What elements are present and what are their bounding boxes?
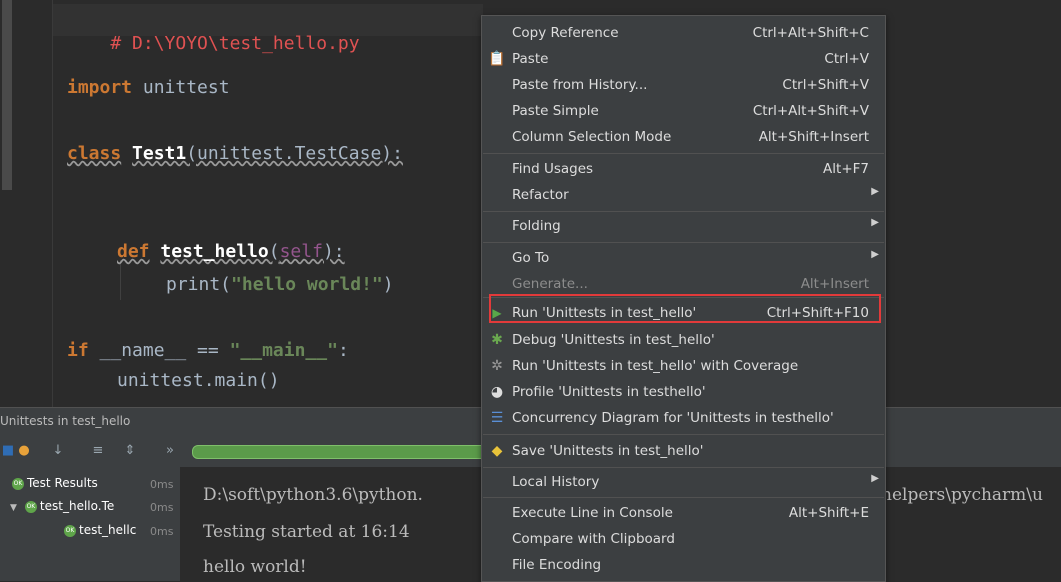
tree-row[interactable]: OK test_hellc 0ms [64,523,173,543]
menu-separator [483,242,884,243]
python-icon: ◆ [491,443,503,459]
submenu-arrow-icon: ▶ [871,249,879,260]
context-menu: Copy Reference Ctrl+Alt+Shift+C 📋 Paste Ct… [481,15,886,582]
more-icon[interactable]: » [162,443,178,459]
menu-item-refactor[interactable]: Refactor ▶ [482,182,885,208]
rerun-icon[interactable]: ■ [0,443,16,459]
ok-icon: OK [64,524,76,537]
menu-item-folding[interactable]: Folding ▶ [482,213,885,239]
menu-item-run-unittests[interactable]: ▶ Run 'Unittests in test_hello' Ctrl+Shif… [482,300,885,326]
menu-item-paste-simple[interactable]: Paste Simple Ctrl+Alt+Shift+V [482,98,885,124]
code-line-if[interactable]: if __name__ == "__main__": [67,340,349,362]
concurrency-icon: ☰ [490,410,504,426]
console-line: Testing started at 16:14 [203,522,410,542]
run-window-title: Unittests in test_hello [0,414,131,428]
console-line: helpers\pycharm\u [881,485,1043,505]
tree-row-label: Test Results [27,476,98,490]
sort-duration-icon[interactable]: ≡ [90,443,106,459]
menu-item-paste[interactable]: 📋 Paste Ctrl+V [482,46,885,72]
menu-item-file-encoding[interactable]: File Encoding [482,552,885,578]
tree-row[interactable]: ▼ OK test_hello.Te 0ms [10,499,173,519]
menu-item-debug-unittests[interactable]: ✱ Debug 'Unittests in test_hello' [482,327,885,353]
menu-item-save-unittests[interactable]: ◆ Save 'Unittests in test_hello' [482,438,885,464]
editor-scrollbar[interactable] [2,0,12,190]
menu-item-find-usages[interactable]: Find Usages Alt+F7 [482,156,885,182]
code-line-main[interactable]: unittest.main() [117,370,280,392]
console-line: hello world! [203,557,307,577]
indent-guide [120,260,121,300]
debug-icon: ✱ [491,332,503,348]
menu-item-go-to[interactable]: Go To ▶ [482,245,885,271]
expand-all-icon[interactable]: ⇕ [122,443,138,459]
code-line-import[interactable]: import unittest [67,77,230,99]
code-line-def[interactable]: def test_hello(self): [117,241,345,263]
menu-separator [483,211,884,212]
submenu-arrow-icon: ▶ [871,473,879,484]
menu-separator [483,497,884,498]
menu-item-copy-reference[interactable]: Copy Reference Ctrl+Alt+Shift+C [482,20,885,46]
gutter-divider [52,0,53,407]
menu-separator [483,434,884,435]
tree-row[interactable]: OK Test Results 0ms [12,476,173,496]
menu-item-local-history[interactable]: Local History ▶ [482,469,885,495]
menu-item-paste-from-history[interactable]: Paste from History... Ctrl+Shift+V [482,72,885,98]
menu-item-concurrency-diagram[interactable]: ☰ Concurrency Diagram for 'Unittests in … [482,405,885,431]
menu-item-profile-unittests[interactable]: ◕ Profile 'Unittests in testhello' [482,379,885,405]
sort-alpha-icon[interactable]: ↓ [50,443,66,459]
menu-separator [483,467,884,468]
menu-separator [483,153,884,154]
paste-icon: 📋 [488,51,506,67]
tree-row-time: 0ms [150,478,174,491]
tree-row-label: test_hello.Te [39,499,115,513]
test-progress-bar [192,445,494,459]
menu-item-compare-with-clipboard[interactable]: Compare with Clipboard [482,526,885,552]
test-results-tree: OK Test Results 0ms ▼ OK test_hello.Te 0ms … [0,467,180,581]
stop-icon[interactable]: ● [16,443,32,459]
tree-row-time: 0ms [150,501,174,514]
submenu-arrow-icon: ▶ [871,217,879,228]
console-line: D:\soft\python3.6\python. [203,485,423,505]
submenu-arrow-icon: ▶ [871,186,879,197]
ok-icon: OK [12,477,24,490]
menu-item-execute-line-in-console[interactable]: Execute Line in Console Alt+Shift+E [482,500,885,526]
tree-row-time: 0ms [150,525,174,538]
code-line-class[interactable]: class Test1(unittest.TestCase): [67,143,403,165]
code-line-print[interactable]: print("hello world!") [166,274,394,296]
tree-row-label: test_hellc [79,523,137,537]
ok-icon: OK [24,500,37,513]
coverage-icon: ✲ [491,358,503,374]
run-icon: ▶ [492,306,502,320]
menu-item-run-with-coverage[interactable]: ✲ Run 'Unittests in test_hello' with Cov… [482,353,885,379]
code-line-comment[interactable]: # D:\YOYO\test_hello.py [67,11,359,77]
profile-icon: ◕ [490,384,504,400]
menu-item-column-selection-mode[interactable]: Column Selection Mode Alt+Shift+Insert [482,124,885,150]
expand-arrow-icon[interactable]: ▼ [10,503,17,513]
